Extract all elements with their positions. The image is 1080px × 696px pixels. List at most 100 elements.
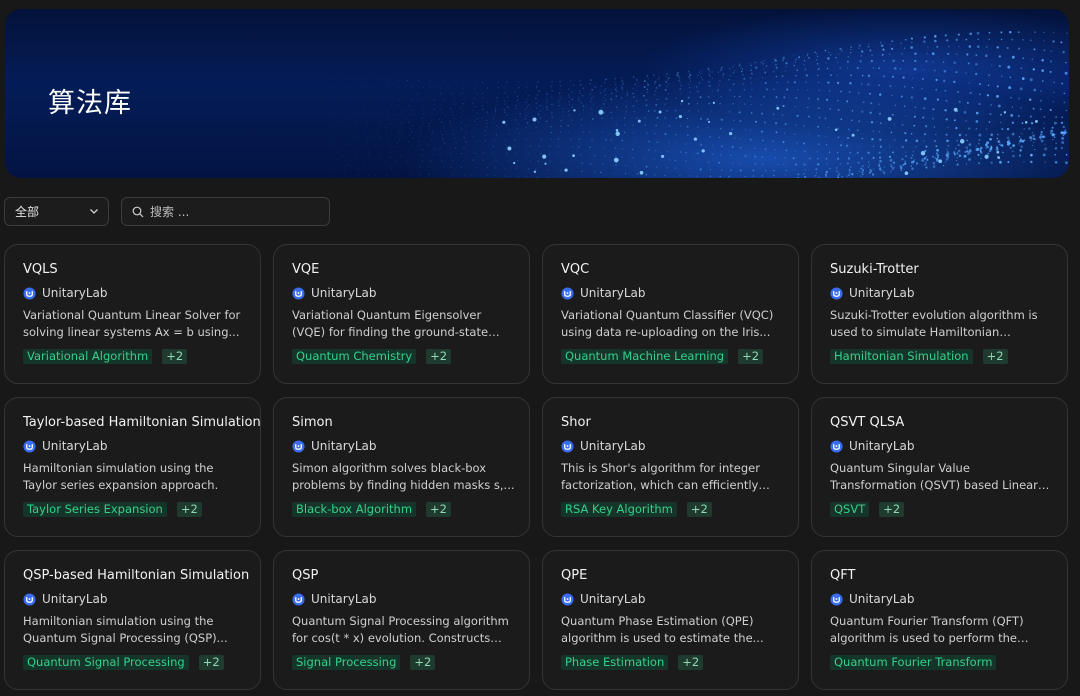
card-more-tags-badge[interactable]: +2 bbox=[410, 655, 436, 670]
card-title: QSVT QLSA bbox=[830, 415, 905, 430]
unitarylab-logo-icon bbox=[561, 592, 574, 606]
algorithm-card[interactable]: Taylor-based Hamiltonian Simulation Unita… bbox=[4, 397, 261, 537]
card-description: Variational Quantum Linear Solver for so… bbox=[23, 308, 241, 339]
algorithm-card[interactable]: Simon UnitaryLab Simon algorithm solves bl… bbox=[273, 397, 530, 537]
unitarylab-logo-icon bbox=[292, 592, 305, 606]
card-tags: Hamiltonian Simulation +2 bbox=[830, 349, 1008, 364]
chevron-down-icon bbox=[90, 209, 98, 214]
category-filter-select[interactable]: 全部 bbox=[4, 197, 109, 226]
card-author: UnitaryLab bbox=[292, 439, 376, 453]
card-author-name: UnitaryLab bbox=[311, 592, 377, 606]
card-description: Simon algorithm solves black-box problem… bbox=[292, 461, 515, 492]
algorithm-card[interactable]: VQC UnitaryLab Variational Quantum Classif… bbox=[542, 244, 799, 384]
card-more-tags-badge[interactable]: +2 bbox=[686, 502, 712, 517]
card-author-name: UnitaryLab bbox=[580, 286, 646, 300]
card-more-tags-badge[interactable]: +2 bbox=[426, 349, 452, 364]
card-author-name: UnitaryLab bbox=[311, 439, 377, 453]
card-tags: Quantum Chemistry +2 bbox=[292, 349, 452, 364]
card-more-tags-badge[interactable]: +2 bbox=[162, 349, 188, 364]
card-title: QSP bbox=[292, 568, 319, 583]
card-title: QPE bbox=[561, 568, 588, 583]
card-title: QSP-based Hamiltonian Simulation bbox=[23, 568, 250, 583]
card-author-name: UnitaryLab bbox=[42, 286, 108, 300]
algorithm-card[interactable]: Shor UnitaryLab This is Shor's algorithm f… bbox=[542, 397, 799, 537]
unitarylab-logo-icon bbox=[23, 439, 36, 453]
search-box[interactable] bbox=[121, 197, 330, 226]
card-tag[interactable]: Quantum Signal Processing bbox=[23, 655, 189, 670]
card-description: Quantum Phase Estimation (QPE) algorithm… bbox=[561, 614, 764, 645]
card-author: UnitaryLab bbox=[830, 286, 914, 300]
card-description: Quantum Signal Processing algorithm for … bbox=[292, 614, 509, 645]
card-tag[interactable]: Variational Algorithm bbox=[23, 349, 153, 364]
card-tag[interactable]: Quantum Machine Learning bbox=[561, 349, 729, 364]
unitarylab-logo-icon bbox=[830, 439, 843, 453]
card-tag[interactable]: Black-box Algorithm bbox=[292, 502, 417, 517]
card-more-tags-badge[interactable]: +2 bbox=[426, 502, 451, 517]
algorithm-card[interactable]: QSVT QLSA UnitaryLab Quantum Singular Valu… bbox=[811, 397, 1068, 537]
unitarylab-logo-icon bbox=[292, 439, 305, 453]
algorithm-card[interactable]: QSP-based Hamiltonian Simulation UnitaryL… bbox=[4, 550, 261, 690]
card-tags: Quantum Machine Learning +2 bbox=[561, 349, 764, 364]
card-author: UnitaryLab bbox=[830, 439, 914, 453]
card-title: VQE bbox=[292, 262, 320, 277]
card-author-name: UnitaryLab bbox=[580, 439, 646, 453]
category-filter-value: 全部 bbox=[15, 205, 40, 219]
search-input[interactable] bbox=[150, 204, 320, 219]
card-more-tags-badge[interactable]: +2 bbox=[678, 655, 704, 670]
unitarylab-logo-icon bbox=[830, 286, 843, 300]
unitarylab-logo-icon bbox=[830, 592, 843, 606]
card-more-tags-badge[interactable]: +2 bbox=[176, 502, 202, 517]
card-tag[interactable]: RSA Key Algorithm bbox=[561, 502, 677, 517]
card-more-tags-badge[interactable]: +2 bbox=[982, 349, 1008, 364]
card-more-tags-badge[interactable]: +2 bbox=[738, 349, 764, 364]
card-more-tags-badge[interactable]: +2 bbox=[198, 655, 224, 670]
card-tag[interactable]: Phase Estimation bbox=[561, 655, 669, 670]
card-tags: Quantum Signal Processing +2 bbox=[23, 655, 224, 670]
card-tag[interactable]: Hamiltonian Simulation bbox=[830, 349, 973, 364]
algorithm-card[interactable]: QSP UnitaryLab Quantum Signal Processing a… bbox=[273, 550, 530, 690]
unitarylab-logo-icon bbox=[23, 286, 36, 300]
algorithm-card[interactable]: VQE UnitaryLab Variational Quantum Eigenso… bbox=[273, 244, 530, 384]
algorithm-card[interactable]: QPE UnitaryLab Quantum Phase Estimation (Q… bbox=[542, 550, 799, 690]
card-description: Variational Quantum Eigensolver (VQE) fo… bbox=[292, 308, 489, 339]
unitarylab-logo-icon bbox=[561, 286, 574, 300]
search-icon bbox=[132, 206, 144, 217]
card-description: Quantum Fourier Transform (QFT) algorith… bbox=[830, 614, 1024, 645]
hero-banner: 算法库 bbox=[5, 9, 1069, 178]
card-tag[interactable]: Quantum Chemistry bbox=[292, 349, 417, 364]
card-tags: Signal Processing +2 bbox=[292, 655, 436, 670]
card-author-name: UnitaryLab bbox=[849, 286, 915, 300]
card-author-name: UnitaryLab bbox=[311, 286, 377, 300]
card-tags: Quantum Fourier Transform bbox=[830, 655, 997, 670]
card-title: Suzuki-Trotter bbox=[830, 262, 919, 277]
card-title: VQLS bbox=[23, 262, 58, 277]
unitarylab-logo-icon bbox=[23, 592, 36, 606]
card-author: UnitaryLab bbox=[23, 439, 107, 453]
card-tag[interactable]: Signal Processing bbox=[292, 655, 401, 670]
card-title: VQC bbox=[561, 262, 590, 277]
card-author-name: UnitaryLab bbox=[580, 592, 646, 606]
card-description: Hamiltonian simulation using the Quantum… bbox=[23, 614, 228, 645]
algorithm-card[interactable]: QFT UnitaryLab Quantum Fourier Transform (… bbox=[811, 550, 1068, 690]
card-tags: Taylor Series Expansion +2 bbox=[23, 502, 202, 517]
card-more-tags-badge[interactable]: +2 bbox=[879, 502, 905, 517]
card-description: This is Shor's algorithm for integer fac… bbox=[561, 461, 760, 492]
algorithm-card[interactable]: Suzuki-Trotter UnitaryLab Suzuki-Trotter e… bbox=[811, 244, 1068, 384]
card-author: UnitaryLab bbox=[561, 439, 645, 453]
card-author: UnitaryLab bbox=[561, 286, 645, 300]
card-tag[interactable]: Quantum Fourier Transform bbox=[830, 655, 997, 670]
card-author-name: UnitaryLab bbox=[42, 439, 108, 453]
card-description: Variational Quantum Classifier (VQC) usi… bbox=[561, 308, 774, 339]
particle-wave-background bbox=[331, 30, 1068, 178]
card-author: UnitaryLab bbox=[23, 592, 107, 606]
algorithm-card[interactable]: VQLS UnitaryLab Variational Quantum Linear… bbox=[4, 244, 261, 384]
card-tag[interactable]: QSVT bbox=[830, 502, 870, 517]
card-tags: QSVT +2 bbox=[830, 502, 905, 517]
card-author: UnitaryLab bbox=[292, 592, 376, 606]
card-author: UnitaryLab bbox=[292, 286, 376, 300]
card-description: Suzuki-Trotter evolution algorithm is us… bbox=[830, 308, 1038, 339]
card-description: Hamiltonian simulation using the Taylor … bbox=[23, 461, 219, 492]
unitarylab-logo-icon bbox=[561, 439, 574, 453]
card-tag[interactable]: Taylor Series Expansion bbox=[23, 502, 167, 517]
card-title: Taylor-based Hamiltonian Simulation bbox=[23, 415, 261, 430]
